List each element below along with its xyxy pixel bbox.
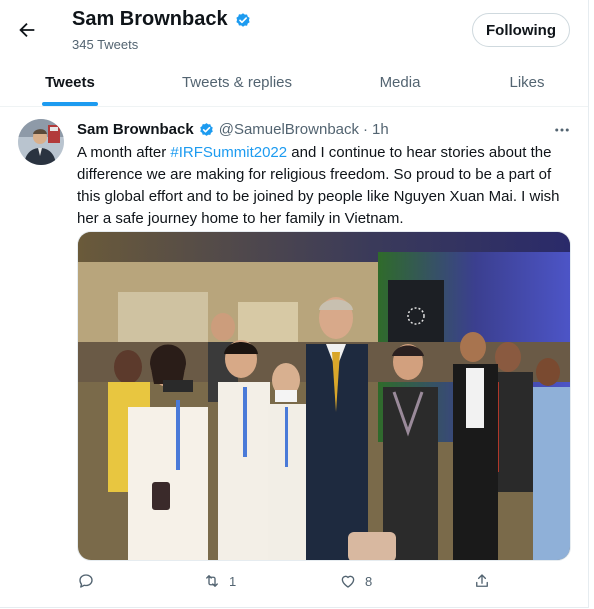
verified-badge-icon [236, 12, 250, 27]
avatar[interactable] [18, 119, 64, 165]
like-button[interactable]: 8 [339, 572, 372, 590]
arrow-left-icon[interactable] [16, 19, 38, 41]
share-icon [476, 574, 488, 587]
more-horizontal-icon[interactable] [553, 121, 571, 139]
following-button[interactable]: Following [472, 13, 570, 47]
retweet-button[interactable]: 1 [203, 572, 236, 590]
tweet-separator: · [363, 121, 369, 138]
tab-likes[interactable]: Likes [466, 58, 588, 106]
tweet-author-name[interactable]: Sam Brownback [77, 121, 194, 138]
share-button[interactable] [473, 572, 491, 590]
heart-icon [341, 575, 355, 588]
profile-header: Sam Brownback 345 Tweets Following [0, 0, 588, 58]
tweet-count: 345 Tweets [72, 37, 139, 52]
event-photo [78, 232, 570, 560]
tab-media[interactable]: Media [334, 58, 466, 106]
reply-icon [79, 574, 93, 588]
tweet-photo[interactable] [77, 231, 571, 561]
verified-badge-icon [199, 123, 213, 136]
profile-name: Sam Brownback [72, 8, 228, 30]
active-tab-indicator [42, 102, 98, 106]
hashtag-link[interactable]: #IRFSummit2022 [170, 144, 287, 161]
reply-button[interactable] [77, 572, 103, 590]
tweet-author-handle[interactable]: @SamuelBrownback [219, 121, 359, 138]
tab-tweets-and-replies[interactable]: Tweets & replies [140, 58, 334, 106]
like-count: 8 [365, 573, 373, 589]
retweet-icon [206, 575, 218, 587]
tweet-text-start: A month after [77, 144, 171, 161]
tweet-actions: 1 8 [77, 572, 571, 594]
tweet-text: A month after #IRFSummit2022 and I conti… [77, 142, 567, 230]
profile-tabs: Tweets Tweets & replies Media Likes [0, 58, 588, 107]
tab-tweets[interactable]: Tweets [0, 58, 140, 106]
tweet-timestamp[interactable]: 1h [372, 121, 389, 138]
retweet-count: 1 [229, 573, 237, 589]
tweet-header: Sam Brownback @SamuelBrownback · 1h [77, 121, 389, 138]
profile-title: Sam Brownback [72, 8, 252, 31]
